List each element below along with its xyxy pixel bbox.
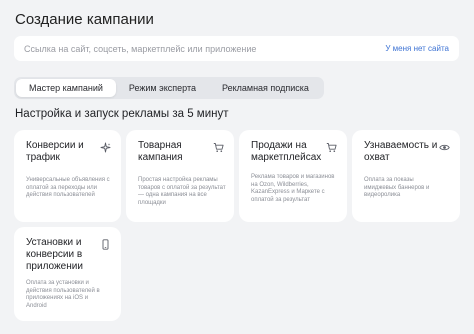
card-description: Оплата за установки и действия пользоват… [26, 280, 100, 309]
card-title: Конверсии и трафик [26, 140, 84, 163]
card-title: Установки и конверсии в приложении [26, 237, 83, 272]
sparkle-icon [100, 140, 111, 153]
campaign-creation-page: Создание кампании У меня нет сайта Масте… [0, 0, 474, 334]
card-conversions-traffic[interactable]: Конверсии и трафик Универсальные объявле… [14, 130, 121, 222]
card-title: Узнаваемость и охват [364, 140, 438, 163]
card-marketplace-sales[interactable]: Продажи на маркетплейсах Реклама товаров… [239, 130, 347, 222]
tab-campaign-master[interactable]: Мастер кампаний [16, 79, 116, 97]
tab-ad-subscription[interactable]: Рекламная подписка [209, 79, 322, 97]
section-title: Настройка и запуск рекламы за 5 минут [15, 108, 229, 120]
card-description: Реклама товаров и магазинов на Ozon, Wil… [251, 174, 335, 203]
card-app-installs[interactable]: Установки и конверсии в приложении Оплат… [14, 227, 121, 321]
url-input-box[interactable]: У меня нет сайта [14, 36, 459, 61]
tab-expert-mode[interactable]: Режим эксперта [116, 79, 209, 97]
card-description: Оплата за показы имиджевых баннеров и ви… [364, 177, 430, 198]
url-input[interactable] [24, 43, 324, 54]
phone-icon [100, 237, 111, 250]
card-title: Товарная кампания [138, 140, 183, 163]
no-site-link[interactable]: У меня нет сайта [385, 44, 449, 53]
cart-icon [213, 140, 224, 152]
card-description: Универсальные объявления с оплатой за пе… [26, 177, 110, 198]
card-awareness-reach[interactable]: Узнаваемость и охват Оплата за показы им… [352, 130, 460, 222]
card-product-campaign[interactable]: Товарная кампания Простая настройка рекл… [126, 130, 234, 222]
card-description: Простая настройка рекламы товаров с опла… [138, 177, 226, 206]
page-title: Создание кампании [15, 11, 154, 28]
card-title: Продажи на маркетплейсах [251, 140, 322, 163]
cart-icon [326, 140, 337, 152]
eye-icon [439, 140, 450, 151]
mode-tabs: Мастер кампаний Режим эксперта Рекламная… [14, 77, 324, 99]
